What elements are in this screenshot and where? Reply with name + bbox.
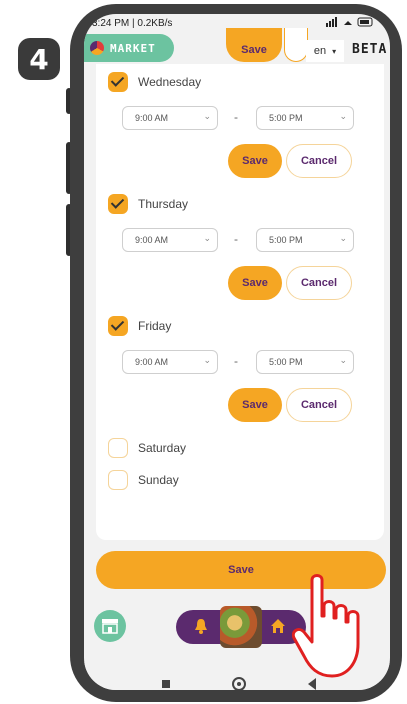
- language-value: en: [313, 45, 327, 57]
- saturday-checkbox[interactable]: [108, 438, 128, 458]
- status-icons: [324, 16, 376, 31]
- beta-label: BETA: [352, 42, 388, 57]
- wednesday-checkbox[interactable]: [108, 72, 128, 92]
- cancel-button[interactable]: Cancel: [286, 144, 352, 178]
- market-label: MARKET: [110, 41, 156, 55]
- start-time-select[interactable]: 9:00 AM ⌄: [122, 350, 218, 374]
- cancel-button[interactable]: Cancel: [286, 266, 352, 300]
- home-icon[interactable]: [270, 618, 286, 634]
- time-separator: -: [234, 354, 238, 368]
- start-time-value: 9:00 AM: [135, 113, 169, 123]
- day-label: Wednesday: [138, 75, 202, 89]
- day-row-wednesday[interactable]: Wednesday: [108, 72, 201, 92]
- store-icon: [102, 619, 118, 634]
- schedule-card: [96, 64, 384, 540]
- store-button[interactable]: [94, 610, 126, 642]
- save-button[interactable]: Save: [228, 144, 282, 178]
- thursday-checkbox[interactable]: [108, 194, 128, 214]
- chevron-down-icon: ⌄: [203, 355, 211, 365]
- end-time-select[interactable]: 5:00 PM ⌄: [256, 228, 354, 252]
- day-label: Thursday: [138, 197, 189, 211]
- recent-apps-button[interactable]: [162, 680, 170, 688]
- save-button[interactable]: Save: [228, 388, 282, 422]
- day-row-saturday[interactable]: Saturday: [108, 438, 186, 458]
- food-thumbnail[interactable]: [220, 606, 262, 648]
- time-separator: -: [234, 110, 238, 124]
- chevron-down-icon: ⌄: [339, 233, 347, 243]
- language-select[interactable]: en ▾: [306, 40, 344, 62]
- chevron-down-icon: ⌄: [339, 355, 347, 365]
- day-label: Sunday: [138, 473, 179, 487]
- chevron-down-icon: ⌄: [203, 233, 211, 243]
- end-time-value: 5:00 PM: [269, 357, 303, 367]
- chevron-down-icon: ▾: [332, 46, 337, 56]
- day-row-friday[interactable]: Friday: [108, 316, 171, 336]
- friday-checkbox[interactable]: [108, 316, 128, 336]
- start-time-value: 9:00 AM: [135, 357, 169, 367]
- start-time-value: 9:00 AM: [135, 235, 169, 245]
- chevron-down-icon: ⌄: [203, 111, 211, 121]
- market-logo-icon: [90, 41, 104, 55]
- end-time-value: 5:00 PM: [269, 235, 303, 245]
- save-button[interactable]: Save: [228, 266, 282, 300]
- day-label: Saturday: [138, 441, 187, 455]
- start-time-select[interactable]: 9:00 AM ⌄: [122, 106, 218, 130]
- chevron-down-icon: ⌄: [339, 111, 347, 121]
- market-logo-button[interactable]: MARKET: [84, 34, 174, 62]
- day-row-sunday[interactable]: Sunday: [108, 470, 179, 490]
- cancel-button[interactable]: Cancel: [286, 388, 352, 422]
- end-time-select[interactable]: 5:00 PM ⌄: [256, 106, 354, 130]
- home-button[interactable]: [232, 677, 246, 690]
- start-time-select[interactable]: 9:00 AM ⌄: [122, 228, 218, 252]
- time-separator: -: [234, 232, 238, 246]
- bell-icon[interactable]: [194, 618, 208, 634]
- status-time-info: 3:24 PM | 0.2KB/s: [92, 17, 173, 29]
- pointing-hand-icon: [292, 574, 360, 678]
- top-save-button[interactable]: Save: [226, 28, 282, 62]
- top-cancel-button[interactable]: [284, 28, 308, 62]
- step-number-badge: 4: [18, 38, 60, 80]
- day-label: Friday: [138, 319, 172, 333]
- end-time-select[interactable]: 5:00 PM ⌄: [256, 350, 354, 374]
- end-time-value: 5:00 PM: [269, 113, 303, 123]
- day-row-thursday[interactable]: Thursday: [108, 194, 188, 214]
- sunday-checkbox[interactable]: [108, 470, 128, 490]
